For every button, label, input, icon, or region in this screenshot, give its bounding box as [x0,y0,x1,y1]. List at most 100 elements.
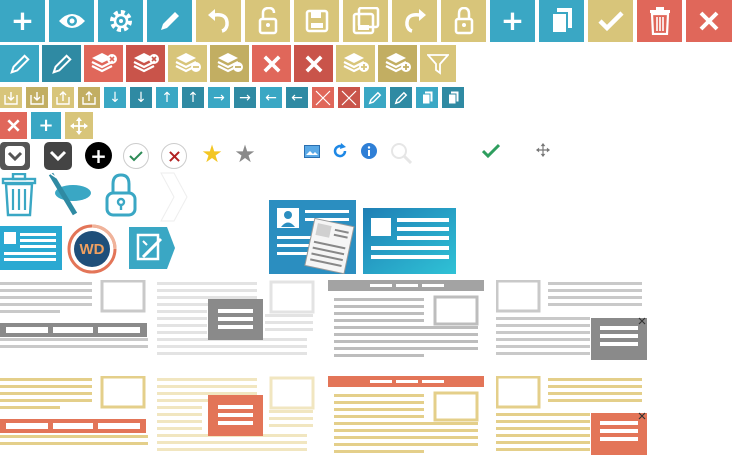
save-button[interactable] [294,0,339,42]
move-down-button-dark[interactable]: ↓ [130,87,152,108]
layout-icon [495,279,647,360]
image-button[interactable] [303,143,321,159]
wd-badge[interactable]: WD [67,224,117,274]
lock-button[interactable] [441,0,486,42]
redo-button[interactable] [392,0,437,42]
gear-icon [109,10,132,32]
dropdown-toggle[interactable] [0,142,30,170]
chevron-tab[interactable] [160,172,188,222]
arrow-right-icon: → [239,89,251,106]
move-down-button[interactable]: ↓ [104,87,126,108]
close-circle-icon [168,150,180,162]
settings-button[interactable] [98,0,143,42]
edit-button-md-dark[interactable] [42,45,81,82]
layout-thumbnail-grey-1[interactable] [0,279,148,352]
favorite-button[interactable]: ★ [199,141,225,167]
pen-tool[interactable] [45,172,95,218]
form-icon [363,208,456,274]
add-layer-button[interactable] [336,45,375,82]
collapse-layer-button[interactable] [168,45,207,82]
trash-outline[interactable] [0,172,38,218]
filter-button[interactable] [420,45,456,82]
copy-icon [550,8,572,34]
search-button[interactable] [389,141,413,165]
move-icon [536,143,550,157]
refresh-button[interactable] [331,142,349,160]
import-button-dark[interactable] [26,87,48,108]
save-all-icon [352,7,379,35]
resize-button[interactable] [312,87,334,108]
check-circle-button[interactable] [123,143,149,169]
add-button-2[interactable]: + [490,0,535,42]
pencil-icon [51,53,72,74]
form-panel-icon[interactable] [0,226,62,270]
close-button-md-dark[interactable] [294,45,333,82]
plus-icon: + [500,4,525,37]
layout-thumbnail-color-2[interactable] [157,376,315,456]
tool-edit-icon[interactable] [129,227,175,269]
plus-icon: + [10,4,35,37]
close-button-md[interactable] [252,45,291,82]
favorite-button-off[interactable]: ★ [232,141,258,167]
remove-layer-button-dark[interactable] [126,45,165,82]
layout-thumbnail-grey-2[interactable] [157,280,315,358]
add-button[interactable]: + [0,0,45,42]
copy-button-sm[interactable] [416,87,438,108]
check-button-plain[interactable] [481,142,501,160]
save-icon [305,9,328,33]
profile-documents-icon[interactable] [269,200,356,274]
layout-thumbnail-color-1[interactable] [0,375,148,448]
close-button[interactable] [686,0,732,42]
move-up-button-dark[interactable]: ↑ [182,87,204,108]
edit-button[interactable] [147,0,192,42]
layers-add-icon [343,52,369,72]
add-circle-button[interactable]: + [85,142,112,169]
close-button-sm[interactable] [0,112,27,139]
export-button[interactable] [52,87,74,108]
edit-button-sm-dark[interactable] [390,87,412,108]
layout-thumbnail-color-4[interactable] [495,375,648,458]
move-left-button[interactable]: ← [260,87,282,108]
move-up-button[interactable]: ↑ [156,87,178,108]
add-button-sm[interactable]: + [31,112,61,139]
move-right-button-dark[interactable]: → [234,87,256,108]
move-right-button[interactable]: → [208,87,230,108]
edit-button-sm[interactable] [364,87,386,108]
unlock-button[interactable] [245,0,290,42]
close-circle-button[interactable] [161,143,187,169]
collapse-layer-button-dark[interactable] [210,45,249,82]
save-all-button[interactable] [343,0,388,42]
layout-thumbnail-grey-3[interactable] [328,280,484,360]
copy-icon [447,91,458,104]
lock-outline[interactable] [103,172,139,218]
remove-layer-button[interactable] [84,45,123,82]
resize-button-dark[interactable] [338,87,360,108]
dropdown-icon [49,150,67,162]
export-button-dark[interactable] [78,87,100,108]
lock-icon [454,7,473,35]
form-card-icon[interactable] [363,208,456,274]
dropdown-toggle-2[interactable] [44,142,72,170]
redo-icon [404,9,426,33]
lock-icon [105,173,137,217]
info-button[interactable] [360,142,378,160]
view-button[interactable] [49,0,94,42]
undo-button[interactable] [196,0,241,42]
move-handle[interactable] [535,142,551,158]
export-icon [82,90,96,105]
add-layer-button-dark[interactable] [378,45,417,82]
delete-button[interactable] [637,0,682,42]
confirm-button[interactable] [588,0,633,42]
arrow-left-icon: ← [291,89,303,106]
layout-thumbnail-color-3[interactable] [328,376,484,458]
settings-edit-icon [129,227,175,269]
edit-button-md[interactable] [0,45,39,82]
copy-button-sm-dark[interactable] [442,87,464,108]
layout-thumbnail-grey-4[interactable] [495,279,648,362]
move-button[interactable] [65,112,93,139]
pencil-icon [394,91,408,104]
import-button[interactable] [0,87,22,108]
copy-button[interactable] [539,0,584,42]
move-left-button-dark[interactable]: ← [286,87,308,108]
close-icon [7,119,20,132]
